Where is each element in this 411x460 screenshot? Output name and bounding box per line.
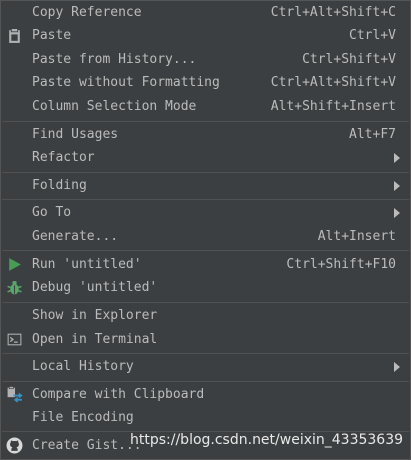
menu-separator bbox=[2, 381, 409, 382]
menu-item-label: Paste from History... bbox=[32, 52, 197, 67]
run-triangle-icon bbox=[9, 258, 21, 271]
menu-item-label: Run 'untitled' bbox=[32, 257, 142, 272]
menu-item-label: Create Gist... bbox=[32, 438, 142, 453]
menu-item-label: Debug 'untitled' bbox=[32, 280, 158, 295]
menu-item-label: Open in Terminal bbox=[32, 332, 158, 347]
menu-item-label: Generate... bbox=[32, 229, 119, 244]
menu-item-column-selection-mode[interactable]: Column Selection Mode Alt+Shift+Insert bbox=[1, 95, 410, 118]
menu-separator bbox=[2, 250, 409, 251]
menu-item-label: Copy Reference bbox=[32, 5, 142, 20]
menu-item-shortcut: Ctrl+Alt+Shift+C bbox=[270, 5, 396, 20]
menu-item-compare-with-clipboard[interactable]: Compare with Clipboard bbox=[1, 383, 410, 406]
menu-item-label: Paste without Formatting bbox=[32, 75, 220, 90]
compare-icon bbox=[7, 386, 23, 403]
github-icon bbox=[6, 437, 23, 454]
menu-item-label: Compare with Clipboard bbox=[32, 387, 205, 402]
menu-item-generate[interactable]: Generate... Alt+Insert bbox=[1, 225, 410, 248]
menu-item-label: Folding bbox=[32, 178, 87, 193]
menu-item-label: Show in Explorer bbox=[32, 308, 158, 323]
watermark-url: https://blog.csdn.net/weixin_43353639 bbox=[130, 432, 404, 448]
menu-item-shortcut: Ctrl+Alt+Shift+V bbox=[270, 75, 396, 90]
menu-item-label: Column Selection Mode bbox=[32, 99, 197, 114]
menu-separator bbox=[2, 353, 409, 354]
submenu-arrow-icon bbox=[394, 208, 400, 218]
menu-item-show-in-explorer[interactable]: Show in Explorer bbox=[1, 304, 410, 327]
submenu-arrow-icon bbox=[394, 153, 400, 163]
menu-separator bbox=[2, 172, 409, 173]
menu-item-folding[interactable]: Folding bbox=[1, 174, 410, 197]
menu-separator bbox=[2, 302, 409, 303]
menu-item-paste-from-history[interactable]: Paste from History... Ctrl+Shift+V bbox=[1, 48, 410, 71]
menu-item-shortcut: Ctrl+Shift+F10 bbox=[286, 257, 396, 272]
menu-separator bbox=[2, 121, 409, 122]
menu-item-label: File Encoding bbox=[32, 410, 134, 425]
menu-separator bbox=[2, 199, 409, 200]
menu-item-shortcut: Ctrl+Shift+V bbox=[302, 52, 396, 67]
menu-item-paste-without-formatting[interactable]: Paste without Formatting Ctrl+Alt+Shift+… bbox=[1, 71, 410, 94]
menu-item-local-history[interactable]: Local History bbox=[1, 355, 410, 378]
menu-item-run[interactable]: Run 'untitled' Ctrl+Shift+F10 bbox=[1, 253, 410, 276]
menu-item-shortcut: Ctrl+V bbox=[349, 28, 396, 43]
context-menu: Copy Reference Ctrl+Alt+Shift+C Paste Ct… bbox=[0, 0, 411, 460]
clipboard-icon bbox=[9, 28, 20, 43]
submenu-arrow-icon bbox=[394, 362, 400, 372]
menu-item-copy-reference[interactable]: Copy Reference Ctrl+Alt+Shift+C bbox=[1, 1, 410, 24]
menu-item-open-in-terminal[interactable]: Open in Terminal bbox=[1, 328, 410, 351]
menu-item-file-encoding[interactable]: File Encoding bbox=[1, 406, 410, 429]
menu-item-refactor[interactable]: Refactor bbox=[1, 146, 410, 169]
terminal-icon bbox=[7, 333, 22, 346]
menu-item-shortcut: Alt+Insert bbox=[317, 229, 396, 244]
menu-item-find-usages[interactable]: Find Usages Alt+F7 bbox=[1, 123, 410, 146]
menu-item-label: Local History bbox=[32, 359, 134, 374]
menu-item-shortcut: Alt+Shift+Insert bbox=[270, 99, 396, 114]
menu-item-label: Refactor bbox=[32, 150, 95, 165]
menu-item-label: Go To bbox=[32, 205, 72, 220]
menu-item-paste[interactable]: Paste Ctrl+V bbox=[1, 24, 410, 47]
menu-item-debug[interactable]: Debug 'untitled' bbox=[1, 276, 410, 299]
menu-item-label: Paste bbox=[32, 28, 72, 43]
submenu-arrow-icon bbox=[394, 181, 400, 191]
menu-item-go-to[interactable]: Go To bbox=[1, 201, 410, 224]
menu-item-shortcut: Alt+F7 bbox=[349, 127, 396, 142]
debug-bug-icon bbox=[7, 281, 22, 295]
menu-item-label: Find Usages bbox=[32, 127, 119, 142]
